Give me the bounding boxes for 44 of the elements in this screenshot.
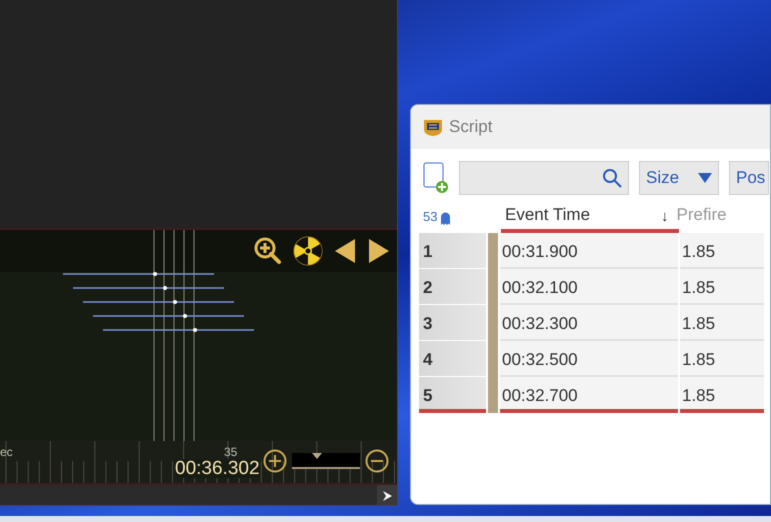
app-logo-icon: [423, 118, 443, 136]
table-cell: 00:32.500: [500, 341, 678, 377]
table-row[interactable]: 5 00:32.700 1.85: [419, 377, 770, 413]
table-cell: 1.85: [680, 305, 764, 341]
row-number: 4: [419, 341, 486, 377]
table-cell: 1.85: [680, 377, 764, 413]
ruler-label: ec: [0, 444, 13, 461]
table-row[interactable]: 3 00:32.300 1.85: [419, 305, 770, 341]
zoom-in-icon[interactable]: [253, 236, 283, 266]
table-cell: 00:32.300: [500, 305, 678, 341]
previous-icon[interactable]: [333, 238, 357, 264]
row-number: 1: [419, 233, 486, 269]
row-number: 2: [419, 269, 486, 305]
row-number: 5: [419, 377, 486, 413]
table-cell: 00:31.900: [500, 233, 678, 269]
table-cell: 1.85: [680, 233, 764, 269]
window-title: Script: [449, 116, 492, 138]
scroll-right-button[interactable]: [377, 485, 397, 505]
radiation-icon[interactable]: [293, 236, 323, 266]
row-marker: [488, 377, 498, 413]
search-icon: [602, 168, 622, 188]
current-time: 00:36.302: [175, 459, 260, 478]
sort-arrow: ↓: [661, 206, 668, 227]
table-cell: 00:32.700: [500, 377, 678, 413]
size-dropdown[interactable]: Size: [639, 161, 719, 195]
toolbar-button[interactable]: Pos: [729, 161, 769, 195]
table-row[interactable]: 4 00:32.500 1.85: [419, 341, 770, 377]
caret-icon: [698, 172, 712, 184]
zoom-plus-icon[interactable]: [263, 449, 287, 473]
zoom-slider-thumb[interactable]: [312, 453, 322, 459]
table-row[interactable]: 1 00:31.900 1.85: [419, 233, 770, 269]
row-number: 3: [419, 305, 486, 341]
play-icon[interactable]: [367, 238, 391, 264]
row-marker: [488, 233, 498, 269]
tick-label: 35: [224, 444, 238, 460]
event-count: 53: [423, 208, 438, 226]
new-document-icon[interactable]: [423, 162, 449, 194]
search-field[interactable]: [459, 161, 629, 195]
zoom-minus-icon[interactable]: [365, 449, 389, 473]
table-cell: 1.85: [680, 269, 764, 305]
table-row[interactable]: 2 00:32.100 1.85: [419, 269, 770, 305]
table-cell: 1.85: [680, 341, 764, 377]
table-cell: 00:32.100: [500, 269, 678, 305]
arrow-icon: [381, 490, 393, 502]
